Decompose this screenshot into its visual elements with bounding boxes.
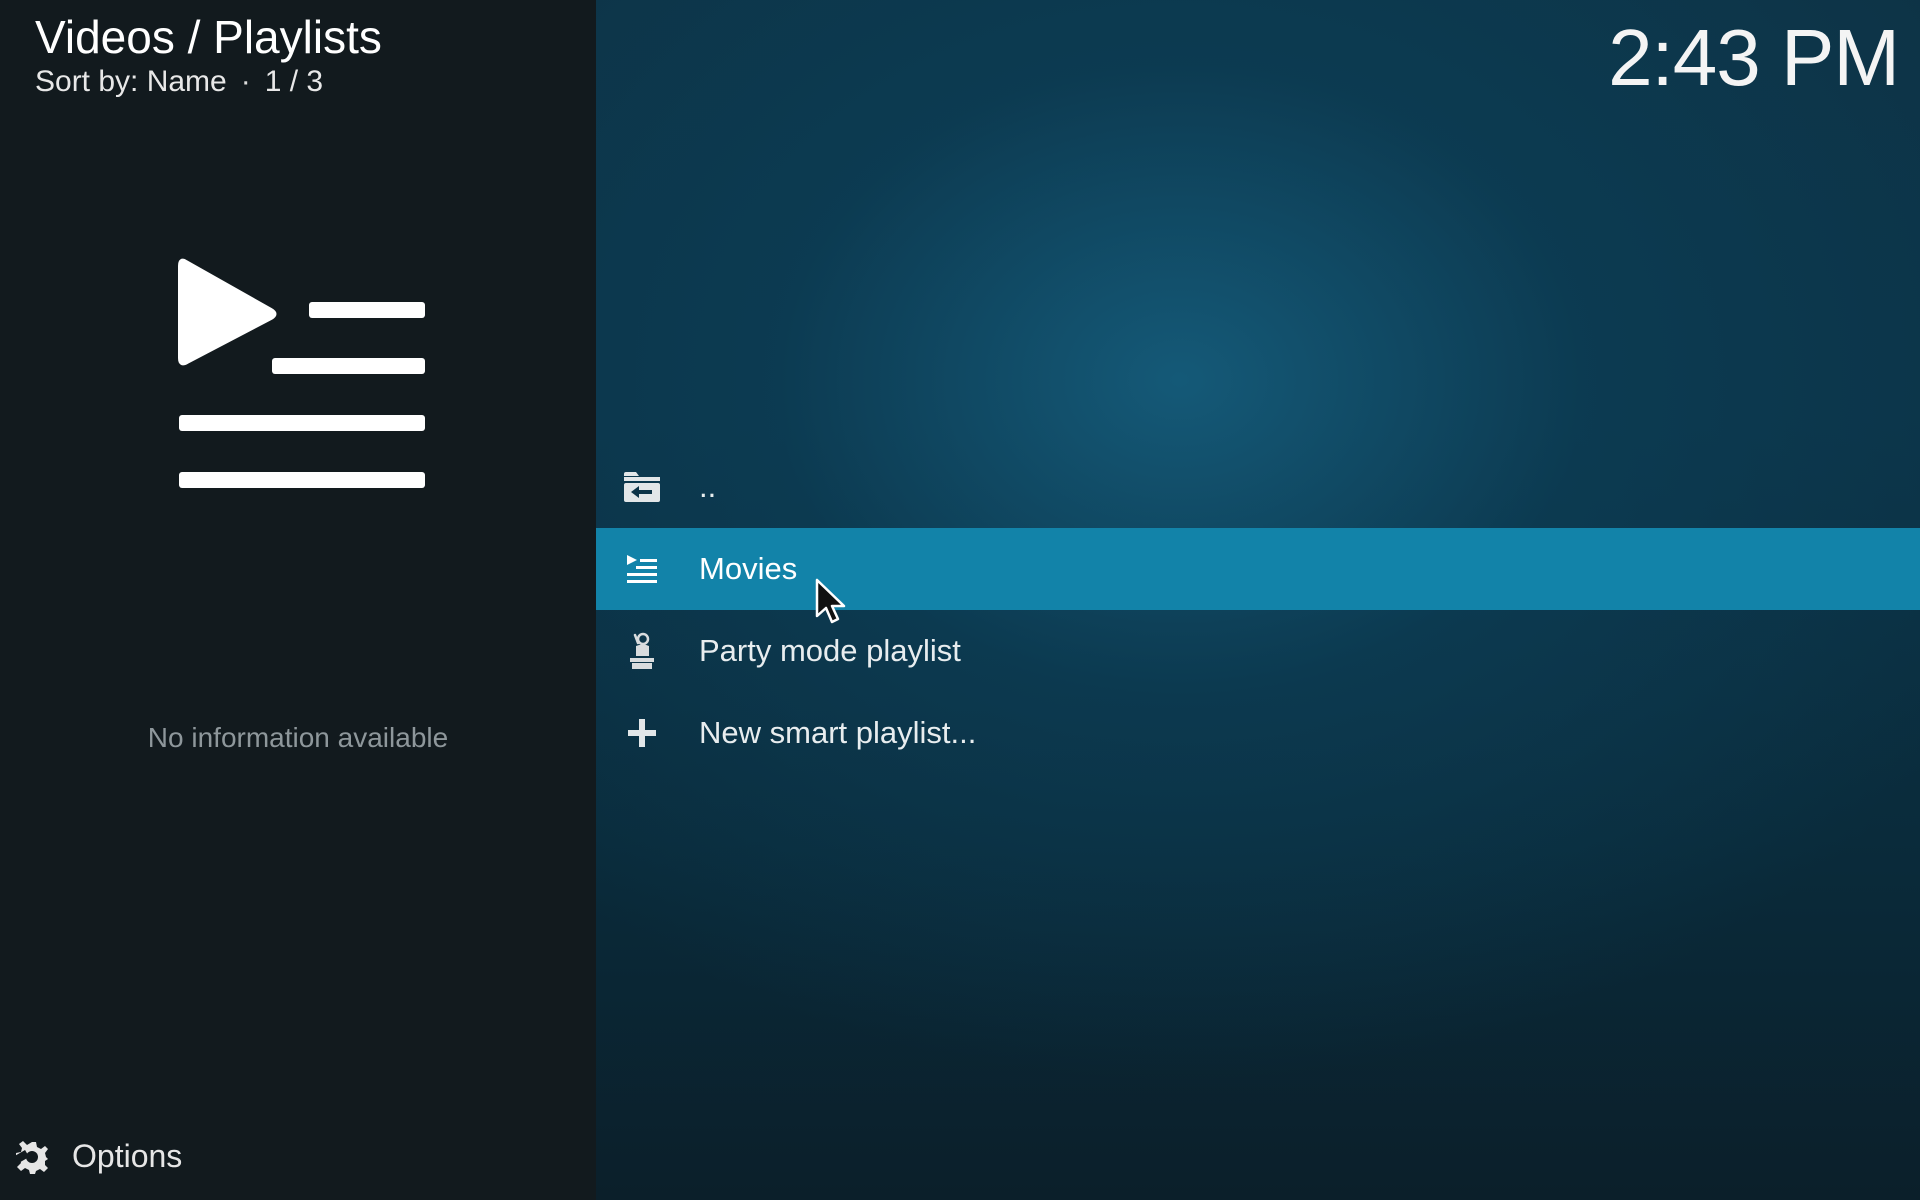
item-position: 1 / 3 (264, 65, 324, 98)
clock: 2:43 PM (1608, 13, 1900, 102)
list-item-party-mode[interactable]: Party mode playlist (596, 610, 1920, 692)
sort-label: Sort by: Name (35, 65, 227, 98)
sort-info: Sort by: Name · 1 / 3 (35, 64, 382, 100)
list-item-movies[interactable]: Movies (596, 528, 1920, 610)
list-item-label: Party mode playlist (699, 633, 961, 668)
mouse-pointer-icon (815, 578, 846, 624)
list-item-label: New smart playlist... (699, 715, 977, 750)
page-title: Videos / Playlists (35, 11, 382, 63)
plus-icon (622, 713, 662, 753)
list-item-new-smart-playlist[interactable]: New smart playlist... (596, 692, 1920, 774)
list-item-label: .. (699, 469, 717, 504)
no-info-text: No information available (147, 722, 449, 753)
header: Videos / Playlists Sort by: Name · 1 / 3 (35, 10, 382, 100)
folder-back-icon (622, 467, 662, 507)
gear-icon (14, 1140, 48, 1174)
options-label: Options (72, 1138, 183, 1174)
list-item-parent-folder[interactable]: .. (596, 446, 1920, 528)
playlist-icon (622, 549, 662, 589)
info-side-panel: Videos / Playlists Sort by: Name · 1 / 3… (0, 0, 596, 1200)
kodi-window: Videos / Playlists Sort by: Name · 1 / 3… (0, 0, 1920, 1200)
file-list: .. Movies Party mode playlist New smart … (596, 446, 1920, 774)
list-item-label: Movies (699, 551, 798, 586)
playlist-icon (178, 258, 425, 488)
sort-separator: · (240, 65, 251, 98)
options-button[interactable]: Options (14, 1138, 182, 1175)
party-mode-icon (622, 631, 662, 671)
